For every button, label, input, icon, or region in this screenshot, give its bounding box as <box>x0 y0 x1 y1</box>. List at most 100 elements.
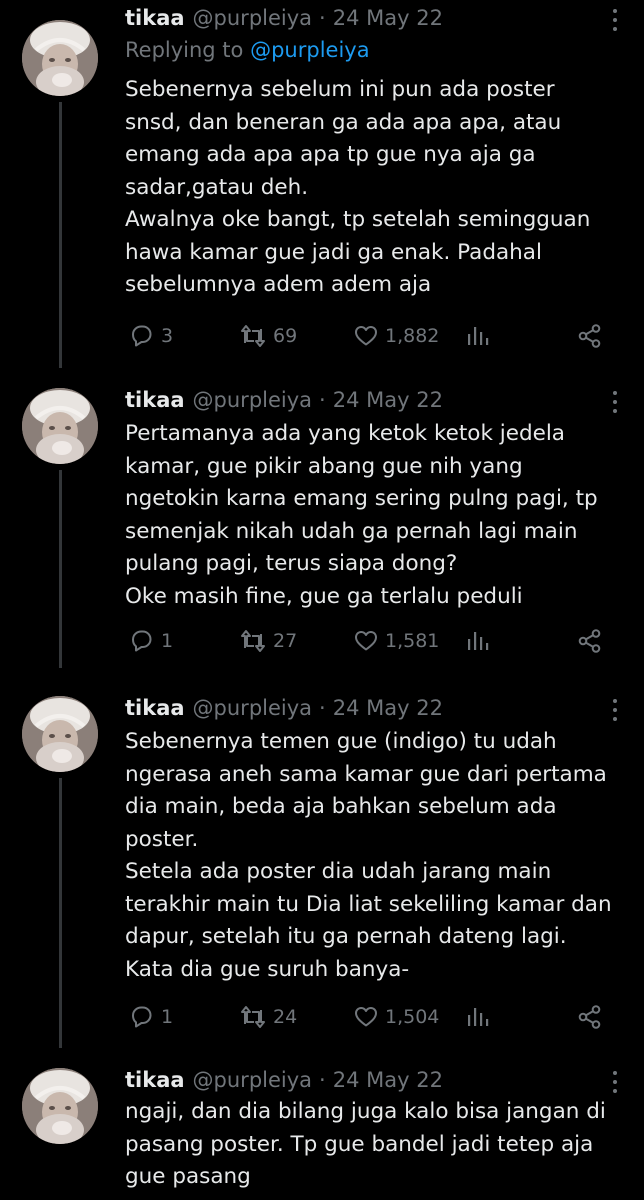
heart-icon <box>355 631 377 651</box>
like-count: 1,882 <box>385 325 440 347</box>
like-button[interactable]: 1,581 <box>353 624 439 658</box>
text-line: Setela ada poster dia udah jarang main <box>125 859 552 884</box>
retweet-button[interactable]: 24 <box>239 1000 297 1034</box>
like-button[interactable]: 1,882 <box>353 319 439 353</box>
tweet-text: ngaji, dan dia bilang juga kalo bisa jan… <box>125 1096 625 1194</box>
thread-line <box>59 778 62 1048</box>
views-button[interactable] <box>465 1000 491 1034</box>
separator: · <box>319 696 326 720</box>
text-line: snsd, dan beneran ga ada apa apa, atau <box>125 109 562 135</box>
text-line: Awalnya oke bangt, tp setelah semingguan <box>125 207 591 232</box>
tweet[interactable]: tikaa @purpleiya · 24 May 22 Replying to… <box>0 0 644 368</box>
text-line: emang ada apa apa tp gue nya aja ga <box>125 142 536 167</box>
retweet-icon <box>241 630 265 652</box>
tweet-date[interactable]: 24 May 22 <box>333 692 443 724</box>
reply-count: 3 <box>161 325 174 347</box>
tweet-text: Pertamanya ada yang ketok ketok jedela k… <box>125 418 625 613</box>
retweet-count: 24 <box>273 1006 298 1028</box>
text-line: semenjak nikah udah ga pernah lagi main <box>125 518 578 544</box>
author-name[interactable]: tikaa <box>125 2 185 34</box>
reply-icon <box>132 630 152 652</box>
reply-count: 1 <box>161 1006 174 1028</box>
retweet-count: 27 <box>273 630 298 652</box>
text-line: dapur, setelah itu ga pernah dateng lagi… <box>125 924 567 949</box>
thread-line <box>59 102 62 368</box>
retweet-button[interactable]: 27 <box>239 624 297 658</box>
text-line: Pertamanya ada yang ketok ketok jedela <box>125 421 565 446</box>
reply-button[interactable]: 1 <box>129 1000 173 1034</box>
text-line: Sebenernya sebelum ini pun ada poster <box>125 77 555 102</box>
tweet-date[interactable]: 24 May 22 <box>333 1064 443 1096</box>
text-line: Kata dia gue suruh banya- <box>125 956 410 982</box>
views-button[interactable] <box>465 319 491 353</box>
author-name[interactable]: tikaa <box>125 692 185 724</box>
text-line: dia main, beda aja bahkan sebelum ada <box>125 794 557 819</box>
reply-icon <box>132 1006 152 1028</box>
author-handle[interactable]: @purpleiya <box>193 2 313 34</box>
retweet-button[interactable]: 69 <box>239 319 297 353</box>
retweet-count: 69 <box>273 325 298 347</box>
avatar[interactable] <box>22 696 98 772</box>
retweet-icon <box>241 1006 265 1028</box>
replying-to: Replying to @purpleiya <box>125 34 370 66</box>
tweet-text: Sebenernya sebelum ini pun ada poster sn… <box>125 74 625 302</box>
more-icon[interactable] <box>612 8 618 32</box>
author-handle[interactable]: @purpleiya <box>193 1064 313 1096</box>
analytics-icon <box>468 327 489 345</box>
more-icon[interactable] <box>612 1070 618 1094</box>
separator: · <box>319 388 326 412</box>
tweet[interactable]: tikaa @purpleiya · 24 May 22 ngaji, dan … <box>0 1064 644 1200</box>
text-line: ngerasa aneh sama kamar gue dari pertama <box>125 761 607 787</box>
share-button[interactable] <box>577 319 603 353</box>
tweet[interactable]: tikaa @purpleiya · 24 May 22 Pertamanya … <box>0 384 644 668</box>
like-button[interactable]: 1,504 <box>353 1000 439 1034</box>
share-button[interactable] <box>577 624 603 658</box>
analytics-icon <box>468 1008 489 1026</box>
tweet-header: tikaa @purpleiya · 24 May 22 <box>125 384 443 416</box>
analytics-icon <box>468 632 489 650</box>
heart-icon <box>355 1007 377 1027</box>
share-icon <box>578 1005 601 1029</box>
text-line: poster. <box>125 826 199 852</box>
tweet-date[interactable]: 24 May 22 <box>333 384 443 416</box>
action-bar: 3 69 1,882 <box>125 319 615 353</box>
share-icon <box>578 324 601 348</box>
reply-icon <box>132 325 152 347</box>
text-line: terakhir main tu Dia liat sekeliling kam… <box>125 891 612 917</box>
author-handle[interactable]: @purpleiya <box>193 384 313 416</box>
like-count: 1,504 <box>385 1006 440 1028</box>
tweet-date[interactable]: 24 May 22 <box>333 2 443 34</box>
avatar[interactable] <box>22 20 98 96</box>
separator: · <box>319 6 326 30</box>
reply-button[interactable]: 1 <box>129 624 173 658</box>
author-name[interactable]: tikaa <box>125 1064 185 1096</box>
text-line: ngetokin karna emang sering pulng pagi, … <box>125 486 598 511</box>
author-handle[interactable]: @purpleiya <box>193 692 313 724</box>
tweet-header: tikaa @purpleiya · 24 May 22 <box>125 692 443 724</box>
author-name[interactable]: tikaa <box>125 384 185 416</box>
replying-label: Replying to <box>125 38 244 62</box>
text-line: ngaji, dan dia bilang juga kalo bisa jan… <box>125 1099 606 1124</box>
more-icon[interactable] <box>612 390 618 414</box>
avatar[interactable] <box>22 1068 98 1144</box>
thread-line <box>59 470 62 668</box>
text-line: sebelumnya adem adem aja <box>125 272 432 297</box>
more-icon[interactable] <box>612 698 618 722</box>
action-bar: 1 27 1,581 <box>125 624 615 658</box>
text-line: Oke masih fine, gue ga terlalu peduli <box>125 583 523 609</box>
reply-button[interactable]: 3 <box>129 319 173 353</box>
text-line: gue pasang <box>125 1164 251 1189</box>
text-line: hawa kamar gue jadi ga enak. Padahal <box>125 239 542 265</box>
like-count: 1,581 <box>385 630 440 652</box>
share-button[interactable] <box>577 1000 603 1034</box>
views-button[interactable] <box>465 624 491 658</box>
tweet[interactable]: tikaa @purpleiya · 24 May 22 Sebenernya … <box>0 692 644 1048</box>
text-line: pasang poster. Tp gue bandel jadi tetep … <box>125 1131 594 1157</box>
text-line: kamar, gue pikir abang gue nih yang <box>125 453 523 479</box>
reply-count: 1 <box>161 630 174 652</box>
replying-mention[interactable]: @purpleiya <box>250 38 370 62</box>
text-line: sadar,gatau deh. <box>125 174 309 200</box>
text-line: Sebenernya temen gue (indigo) tu udah <box>125 729 557 754</box>
retweet-icon <box>241 325 265 347</box>
avatar[interactable] <box>22 388 98 464</box>
